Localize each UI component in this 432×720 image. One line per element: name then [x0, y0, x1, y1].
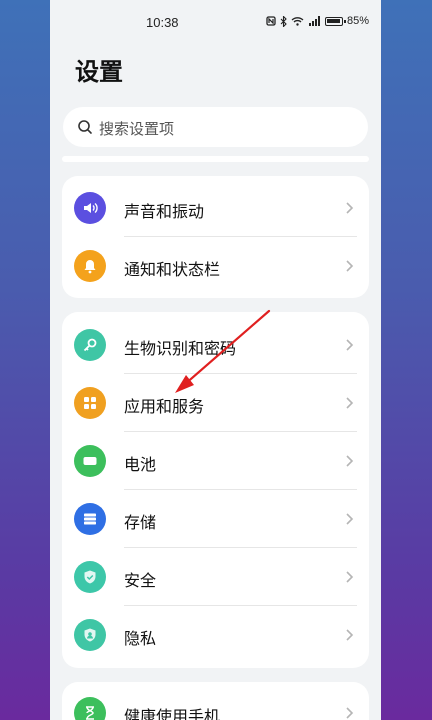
item-label: 电池: [124, 455, 157, 474]
chevron-right-icon: [346, 397, 354, 409]
signal-icon: [308, 16, 320, 26]
battery-percent: 85%: [346, 15, 369, 27]
item-label: 安全: [124, 571, 157, 590]
hourglass-icon: [74, 697, 106, 720]
settings-item-digital-balance[interactable]: 健康使用手机: [62, 684, 369, 720]
privacy-icon: [74, 619, 106, 651]
key-icon: [74, 329, 106, 361]
bell-icon: [74, 250, 106, 282]
wifi-icon: [291, 17, 304, 26]
settings-group-2: 生物识别和密码 应用和服务 电池 存储 安全 隐私: [62, 312, 369, 668]
apps-icon: [74, 387, 106, 419]
settings-group-3: 健康使用手机: [62, 682, 369, 720]
settings-screen: 10:38 85% 设置 搜索设置项 声音和振动 通知和状态栏 生物识别和密码 …: [50, 0, 381, 720]
settings-item-sound[interactable]: 声音和振动: [62, 179, 369, 237]
status-bar: 10:38 85%: [50, 0, 381, 44]
chevron-right-icon: [346, 455, 354, 467]
settings-item-battery[interactable]: 电池: [62, 432, 369, 490]
status-time: 10:38: [146, 15, 179, 30]
chevron-right-icon: [346, 571, 354, 583]
settings-item-apps[interactable]: 应用和服务: [62, 374, 369, 432]
search-icon: [78, 120, 92, 134]
item-label: 隐私: [124, 629, 157, 648]
search-placeholder: 搜索设置项: [99, 120, 175, 138]
settings-group-1: 声音和振动 通知和状态栏: [62, 176, 369, 298]
page-title: 设置: [75, 58, 123, 86]
item-label: 健康使用手机: [124, 707, 221, 720]
item-label: 应用和服务: [124, 397, 205, 416]
settings-item-biometrics[interactable]: 生物识别和密码: [62, 316, 369, 374]
battery-icon: [74, 445, 106, 477]
chevron-right-icon: [346, 707, 354, 719]
chevron-right-icon: [346, 339, 354, 351]
chevron-right-icon: [346, 260, 354, 272]
item-label: 声音和振动: [124, 202, 205, 221]
chevron-right-icon: [346, 629, 354, 641]
nfc-icon: [266, 16, 276, 26]
settings-item-security[interactable]: 安全: [62, 548, 369, 606]
settings-item-storage[interactable]: 存储: [62, 490, 369, 548]
item-label: 存储: [124, 513, 157, 532]
chevron-right-icon: [346, 202, 354, 214]
shield-icon: [74, 561, 106, 593]
status-icons: 85%: [266, 15, 369, 27]
volume-icon: [74, 192, 106, 224]
settings-item-privacy[interactable]: 隐私: [62, 606, 369, 664]
settings-item-notifications[interactable]: 通知和状态栏: [62, 237, 369, 295]
battery-icon: [324, 16, 346, 26]
item-label: 通知和状态栏: [124, 260, 221, 279]
item-label: 生物识别和密码: [124, 339, 237, 358]
storage-icon: [74, 503, 106, 535]
chevron-right-icon: [346, 513, 354, 525]
search-bar[interactable]: 搜索设置项: [63, 107, 368, 147]
scroll-peek: [62, 156, 369, 162]
bluetooth-icon: [280, 15, 287, 27]
